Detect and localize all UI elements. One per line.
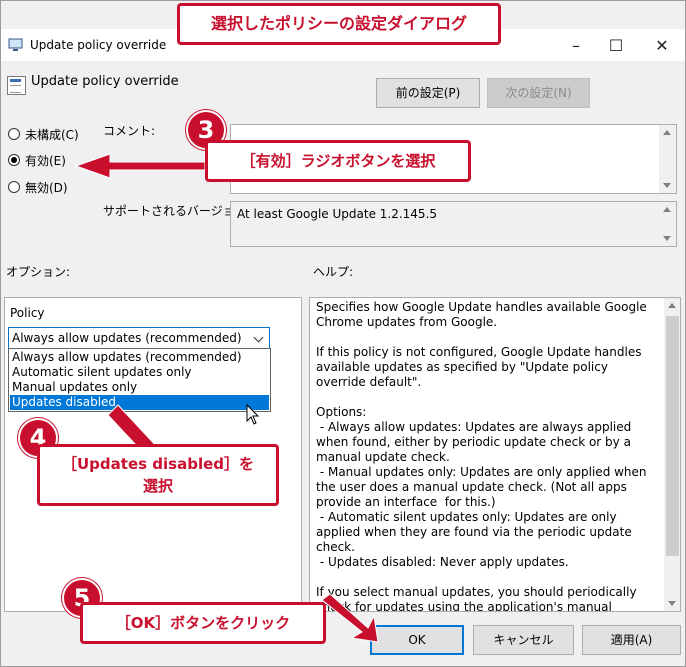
step4-line2: 選択 [142, 477, 173, 495]
arrow-to-ok-button [321, 593, 379, 643]
step5-callout: ［OK］ボタンをクリック [80, 602, 326, 644]
step4-callout: ［Updates disabled］を 選択 [37, 444, 279, 506]
arrow-to-enabled-radio [74, 153, 206, 179]
dialog-callout: 選択したポリシーの設定ダイアログ [177, 3, 501, 45]
annotation-arrows [74, 153, 379, 643]
step4-line1: ［Updates disabled］を [62, 455, 254, 473]
step3-callout: ［有効］ラジオボタンを選択 [205, 140, 471, 182]
